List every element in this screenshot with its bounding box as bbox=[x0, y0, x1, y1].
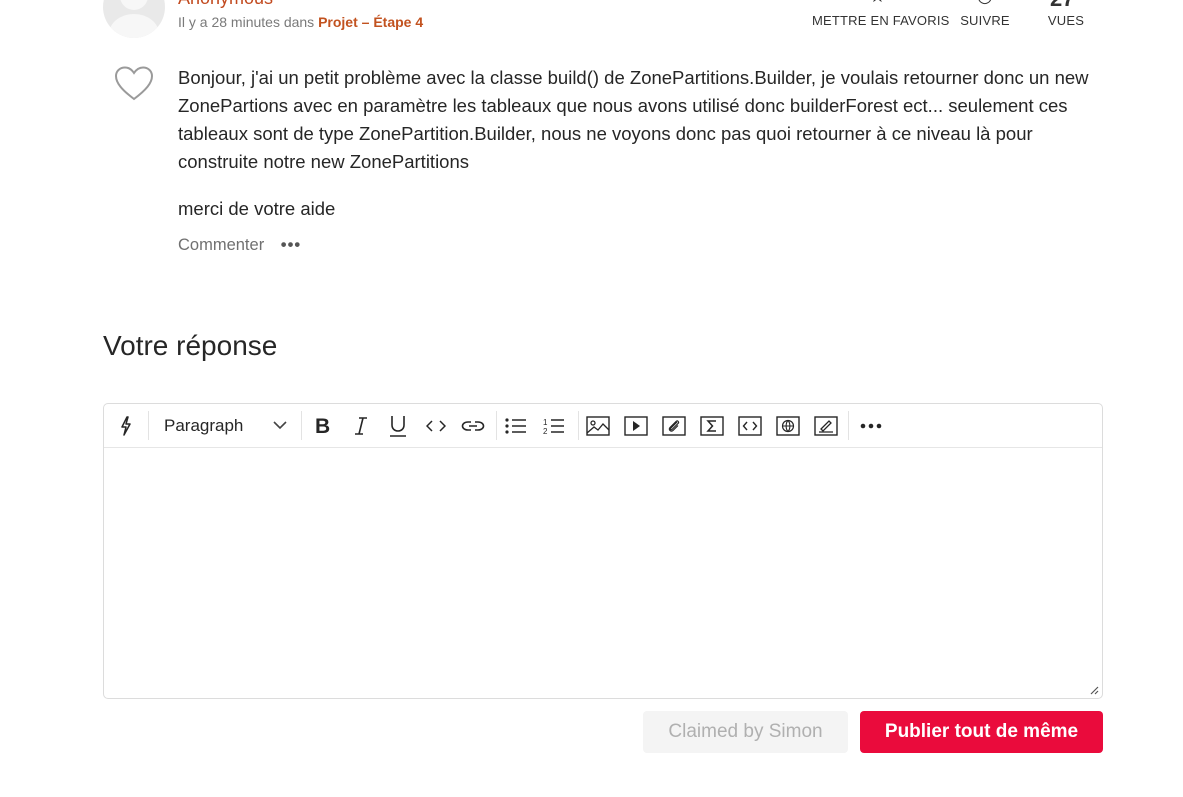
like-button[interactable] bbox=[114, 66, 154, 102]
bullet-list-icon[interactable] bbox=[497, 417, 535, 434]
favorite-label: METTRE EN FAVORIS bbox=[812, 13, 950, 28]
globe-icon[interactable] bbox=[769, 415, 807, 436]
resize-handle-icon[interactable] bbox=[1089, 685, 1099, 695]
post-time: Il y a 28 minutes dans bbox=[178, 14, 315, 30]
publish-button[interactable]: Publier tout de même bbox=[860, 711, 1103, 753]
format-select[interactable]: Paragraph bbox=[149, 416, 301, 436]
post-actions: Commenter ••• bbox=[178, 236, 301, 255]
format-select-value: Paragraph bbox=[164, 415, 244, 435]
reply-editor: Paragraph B 12 bbox=[103, 403, 1103, 699]
post-meta: Il y a 28 minutes dans Projet – Étape 4 bbox=[178, 14, 423, 30]
sigma-icon[interactable] bbox=[693, 415, 731, 436]
post-paragraph: merci de votre aide bbox=[178, 198, 336, 219]
claimed-button[interactable]: Claimed by Simon bbox=[643, 711, 848, 753]
more-icon[interactable] bbox=[849, 423, 893, 429]
svg-text:B: B bbox=[315, 416, 330, 436]
reply-text-area[interactable] bbox=[104, 448, 1102, 698]
bold-icon[interactable]: B bbox=[302, 416, 344, 436]
lightning-icon[interactable] bbox=[104, 415, 148, 436]
embed-icon[interactable] bbox=[731, 415, 769, 436]
author-name[interactable]: Anonymous bbox=[178, 0, 273, 9]
attachment-icon[interactable] bbox=[655, 415, 693, 436]
follow-label: SUIVRE bbox=[960, 13, 1010, 28]
follow-button[interactable]: ◡ SUIVRE bbox=[960, 0, 1010, 28]
reply-title: Votre réponse bbox=[103, 330, 278, 361]
signature-icon[interactable] bbox=[807, 415, 845, 436]
post-body: Bonjour, j'ai un petit problème avec la … bbox=[178, 64, 1103, 242]
favorite-button[interactable]: ★ METTRE EN FAVORIS bbox=[812, 0, 950, 28]
chevron-down-icon bbox=[273, 421, 287, 430]
post-more-button[interactable]: ••• bbox=[281, 236, 301, 254]
star-icon: ★ bbox=[812, 0, 943, 6]
bell-icon: ◡ bbox=[960, 0, 1010, 6]
svg-text:2: 2 bbox=[543, 427, 548, 435]
avatar bbox=[103, 0, 165, 38]
image-icon[interactable] bbox=[579, 415, 617, 436]
svg-text:1: 1 bbox=[543, 418, 548, 427]
link-icon[interactable] bbox=[454, 419, 492, 433]
code-icon[interactable] bbox=[418, 419, 454, 432]
post-paragraph: Bonjour, j'ai un petit problème avec la … bbox=[178, 67, 1089, 172]
editor-toolbar: Paragraph B 12 bbox=[104, 404, 1102, 448]
views-label: VUES bbox=[1047, 13, 1085, 28]
comment-link[interactable]: Commenter bbox=[178, 236, 264, 254]
video-icon[interactable] bbox=[617, 415, 655, 436]
avatar-body bbox=[109, 14, 159, 38]
views-stat: VUES bbox=[1040, 0, 1092, 28]
avatar-head bbox=[120, 0, 148, 10]
post-category-link[interactable]: Projet – Étape 4 bbox=[318, 14, 423, 30]
numbered-list-icon[interactable]: 12 bbox=[535, 417, 573, 435]
underline-icon[interactable] bbox=[378, 415, 418, 437]
heart-icon bbox=[114, 66, 154, 101]
italic-icon[interactable] bbox=[344, 416, 378, 436]
